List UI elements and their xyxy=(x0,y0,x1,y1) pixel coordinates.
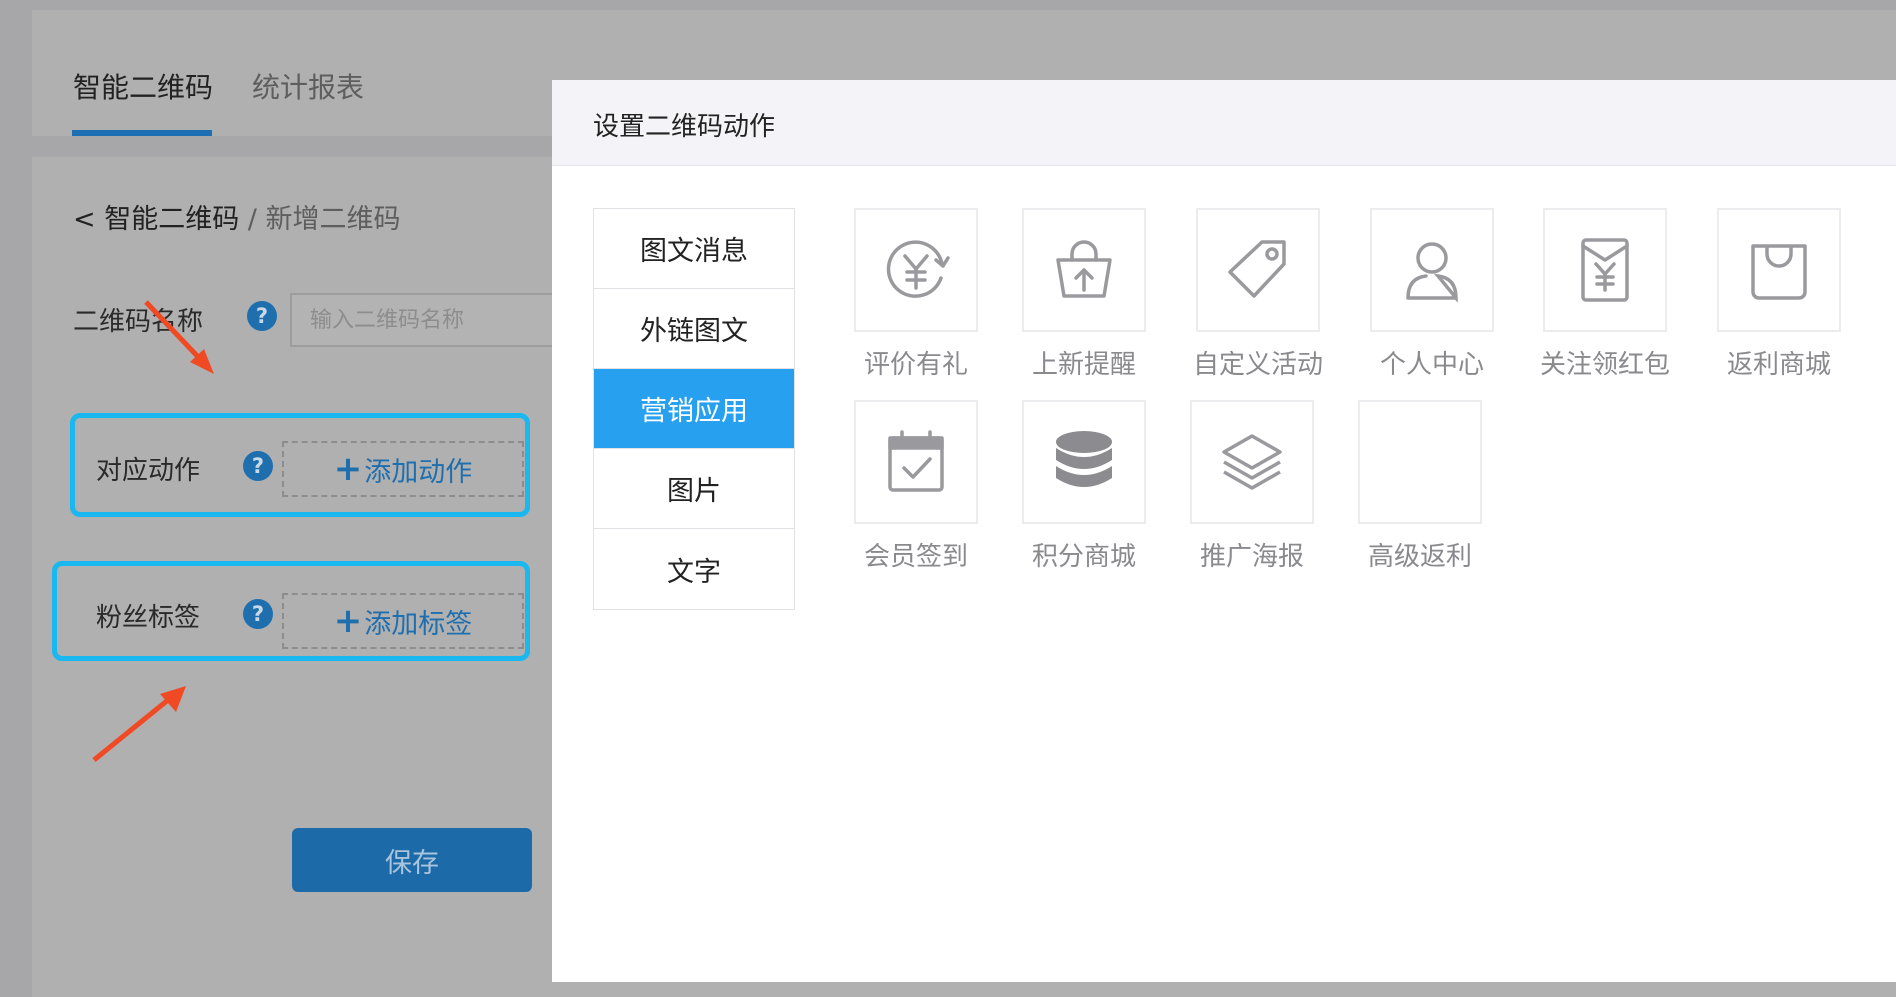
annotation-arrows xyxy=(92,300,214,762)
arrow-down-right-icon xyxy=(144,300,214,374)
category-item-news[interactable]: 图文消息 xyxy=(594,209,794,289)
category-menu: 图文消息 外链图文 营销应用 图片 文字 xyxy=(593,208,795,610)
app-new-arrival-reminder[interactable]: 上新提醒 xyxy=(999,208,1169,381)
app-label: 返利商城 xyxy=(1726,350,1831,380)
qrcode-action-modal: 设置二维码动作 图文消息 外链图文 营销应用 图片 文字 评价有礼 上新提醒 自… xyxy=(552,80,1896,982)
arrow-up-right-icon xyxy=(92,686,186,762)
yen-refresh-icon xyxy=(886,240,950,298)
modal-header: 设置二维码动作 xyxy=(552,80,1896,166)
app-label: 个人中心 xyxy=(1379,350,1484,380)
app-label: 会员签到 xyxy=(863,542,968,572)
category-item-text[interactable]: 文字 xyxy=(594,529,794,609)
app-label: 自定义活动 xyxy=(1192,350,1323,380)
app-personal-center[interactable]: 个人中心 xyxy=(1347,208,1517,381)
app-label: 评价有礼 xyxy=(863,350,968,380)
shopping-bag-icon xyxy=(1751,244,1807,300)
upload-bag-icon xyxy=(1056,240,1112,298)
app-advanced-rebate[interactable]: 高级返利 xyxy=(1335,400,1505,573)
app-points-mall[interactable]: 积分商城 xyxy=(999,400,1169,573)
tag-icon xyxy=(1228,240,1286,298)
app-label: 积分商城 xyxy=(1031,542,1136,572)
modal-title: 设置二维码动作 xyxy=(593,112,776,142)
category-item-marketing[interactable]: 营销应用 xyxy=(594,369,794,449)
user-icon xyxy=(1406,242,1458,303)
app-member-checkin[interactable]: 会员签到 xyxy=(831,400,1001,573)
category-item-image[interactable]: 图片 xyxy=(594,449,794,529)
blank-icon xyxy=(1358,400,1482,524)
app-promo-poster[interactable]: 推广海报 xyxy=(1167,400,1337,573)
app-review-reward[interactable]: 评价有礼 xyxy=(831,208,1001,381)
app-label: 高级返利 xyxy=(1367,542,1472,572)
coin-stack-icon xyxy=(1056,431,1112,487)
app-label: 关注领红包 xyxy=(1539,350,1670,380)
app-custom-activity[interactable]: 自定义活动 xyxy=(1173,208,1343,381)
calendar-check-icon xyxy=(888,430,944,492)
red-envelope-icon xyxy=(1581,238,1629,302)
app-label: 上新提醒 xyxy=(1031,350,1136,380)
category-item-external-news[interactable]: 外链图文 xyxy=(594,289,794,369)
app-follow-red-envelope[interactable]: 关注领红包 xyxy=(1520,208,1690,381)
app-rebate-mall[interactable]: 返利商城 xyxy=(1694,208,1864,381)
layers-icon xyxy=(1222,434,1282,490)
app-label: 推广海报 xyxy=(1199,542,1304,572)
